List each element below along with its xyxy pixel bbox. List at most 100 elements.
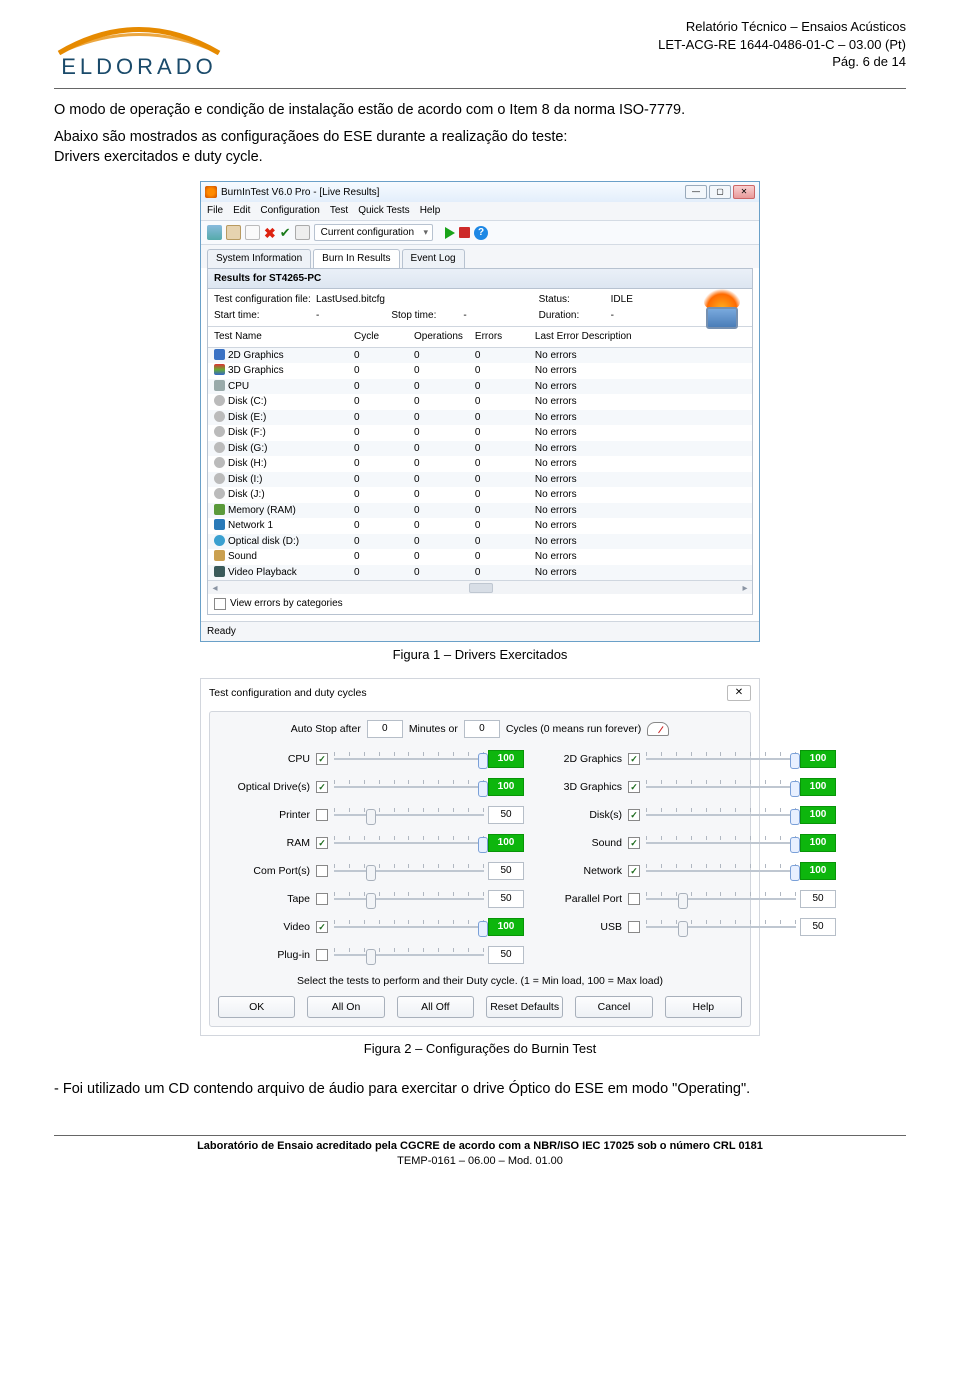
duty-slider[interactable] xyxy=(334,836,484,850)
duty-slider[interactable] xyxy=(646,780,796,794)
duty-value[interactable]: 50 xyxy=(800,890,836,908)
duty-slider[interactable] xyxy=(334,780,484,794)
checkbox-icon[interactable] xyxy=(316,893,328,905)
table-row[interactable]: Disk (C:)000No errors xyxy=(208,394,752,410)
duty-value[interactable]: 100 xyxy=(800,834,836,852)
table-row[interactable]: Optical disk (D:)000No errors xyxy=(208,534,752,550)
duty-value[interactable]: 100 xyxy=(800,806,836,824)
duty-slider[interactable] xyxy=(334,864,484,878)
autostop-cycles[interactable]: 0 xyxy=(464,720,500,738)
checkbox-icon[interactable] xyxy=(316,781,328,793)
checkbox-icon[interactable] xyxy=(316,809,328,821)
table-row[interactable]: Disk (I:)000No errors xyxy=(208,472,752,488)
duty-slider[interactable] xyxy=(334,920,484,934)
checkbox-icon[interactable] xyxy=(214,598,226,610)
table-row[interactable]: 3D Graphics000No errors xyxy=(208,363,752,379)
test-icon xyxy=(214,411,225,422)
table-row[interactable]: Sound000No errors xyxy=(208,549,752,565)
duty-value[interactable]: 100 xyxy=(488,778,524,796)
tab[interactable]: System Information xyxy=(207,249,311,268)
dialog-button[interactable]: Reset Defaults xyxy=(486,996,563,1018)
minimize-button[interactable]: — xyxy=(685,185,707,199)
duty-value[interactable]: 100 xyxy=(800,778,836,796)
table-row[interactable]: Network 1000No errors xyxy=(208,518,752,534)
checkbox-icon[interactable] xyxy=(316,837,328,849)
table-row[interactable]: Disk (H:)000No errors xyxy=(208,456,752,472)
checkbox-icon[interactable] xyxy=(628,781,640,793)
logo: ELDORADO xyxy=(54,18,224,82)
menu-item[interactable]: Edit xyxy=(233,204,250,218)
table-row[interactable]: Disk (G:)000No errors xyxy=(208,441,752,457)
config-dropdown[interactable]: Current configuration xyxy=(314,224,433,242)
menu-item[interactable]: Quick Tests xyxy=(358,204,410,218)
check-icon[interactable]: ✔ xyxy=(280,224,291,242)
stop-icon[interactable] xyxy=(459,227,470,238)
checkbox-icon[interactable] xyxy=(316,949,328,961)
duty-slider[interactable] xyxy=(646,864,796,878)
checkbox-icon[interactable] xyxy=(628,837,640,849)
dialog-button[interactable]: All On xyxy=(307,996,384,1018)
maximize-button[interactable]: ▢ xyxy=(709,185,731,199)
checkbox-icon[interactable] xyxy=(628,893,640,905)
duty-value[interactable]: 50 xyxy=(488,862,524,880)
page: ELDORADO Relatório Técnico – Ensaios Acú… xyxy=(0,0,960,1180)
duty-slider[interactable] xyxy=(646,892,796,906)
checkbox-icon[interactable] xyxy=(628,753,640,765)
dialog-button[interactable]: OK xyxy=(218,996,295,1018)
duty-slider[interactable] xyxy=(646,808,796,822)
table-row[interactable]: 2D Graphics000No errors xyxy=(208,347,752,363)
duty-value[interactable]: 100 xyxy=(488,834,524,852)
duty-slider[interactable] xyxy=(334,948,484,962)
duty-slider[interactable] xyxy=(334,752,484,766)
table-row[interactable]: Disk (J:)000No errors xyxy=(208,487,752,503)
duty-slider[interactable] xyxy=(646,836,796,850)
dialog-button[interactable]: Help xyxy=(665,996,742,1018)
table-row[interactable]: Disk (F:)000No errors xyxy=(208,425,752,441)
menu-item[interactable]: Help xyxy=(420,204,441,218)
table-row[interactable]: Video Playback000No errors xyxy=(208,565,752,581)
results-header: Results for ST4265-PC xyxy=(208,269,752,290)
checkbox-icon[interactable] xyxy=(316,865,328,877)
dialog-button[interactable]: Cancel xyxy=(575,996,652,1018)
horizontal-scrollbar[interactable]: ◂▸ xyxy=(208,580,752,594)
close-button[interactable]: ✕ xyxy=(733,185,755,199)
menu-item[interactable]: Test xyxy=(330,204,348,218)
duty-value[interactable]: 50 xyxy=(488,946,524,964)
menu-item[interactable]: Configuration xyxy=(260,204,319,218)
column-header: Errors xyxy=(469,327,529,348)
checkbox-icon[interactable] xyxy=(628,809,640,821)
start-icon[interactable] xyxy=(445,227,455,239)
duty-slider[interactable] xyxy=(334,808,484,822)
duty-slider[interactable] xyxy=(646,752,796,766)
duty-value[interactable]: 100 xyxy=(488,750,524,768)
tab[interactable]: Event Log xyxy=(402,249,465,268)
tab[interactable]: Burn In Results xyxy=(313,249,399,268)
paste-icon[interactable] xyxy=(245,225,260,240)
table-row[interactable]: Memory (RAM)000No errors xyxy=(208,503,752,519)
duty-slider[interactable] xyxy=(646,920,796,934)
autostop-minutes[interactable]: 0 xyxy=(367,720,403,738)
duty-value[interactable]: 50 xyxy=(488,806,524,824)
view-errors-check[interactable]: View errors by categories xyxy=(208,594,752,614)
config-icon[interactable] xyxy=(295,225,310,240)
duty-slider[interactable] xyxy=(334,892,484,906)
duty-value[interactable]: 50 xyxy=(488,890,524,908)
duty-value[interactable]: 100 xyxy=(800,750,836,768)
table-row[interactable]: Disk (E:)000No errors xyxy=(208,410,752,426)
help-icon[interactable]: ? xyxy=(474,226,488,240)
dialog-close-icon[interactable]: ✕ xyxy=(727,685,751,701)
duty-value[interactable]: 50 xyxy=(800,918,836,936)
start-value: - xyxy=(316,309,389,323)
clear-icon[interactable]: ✖ xyxy=(264,226,276,240)
copy-icon[interactable] xyxy=(226,225,241,240)
duty-value[interactable]: 100 xyxy=(488,918,524,936)
menu-item[interactable]: File xyxy=(207,204,223,218)
checkbox-icon[interactable] xyxy=(316,921,328,933)
table-row[interactable]: CPU000No errors xyxy=(208,379,752,395)
checkbox-icon[interactable] xyxy=(628,865,640,877)
checkbox-icon[interactable] xyxy=(628,921,640,933)
dialog-button[interactable]: All Off xyxy=(397,996,474,1018)
checkbox-icon[interactable] xyxy=(316,753,328,765)
duty-value[interactable]: 100 xyxy=(800,862,836,880)
save-icon[interactable] xyxy=(207,225,222,240)
